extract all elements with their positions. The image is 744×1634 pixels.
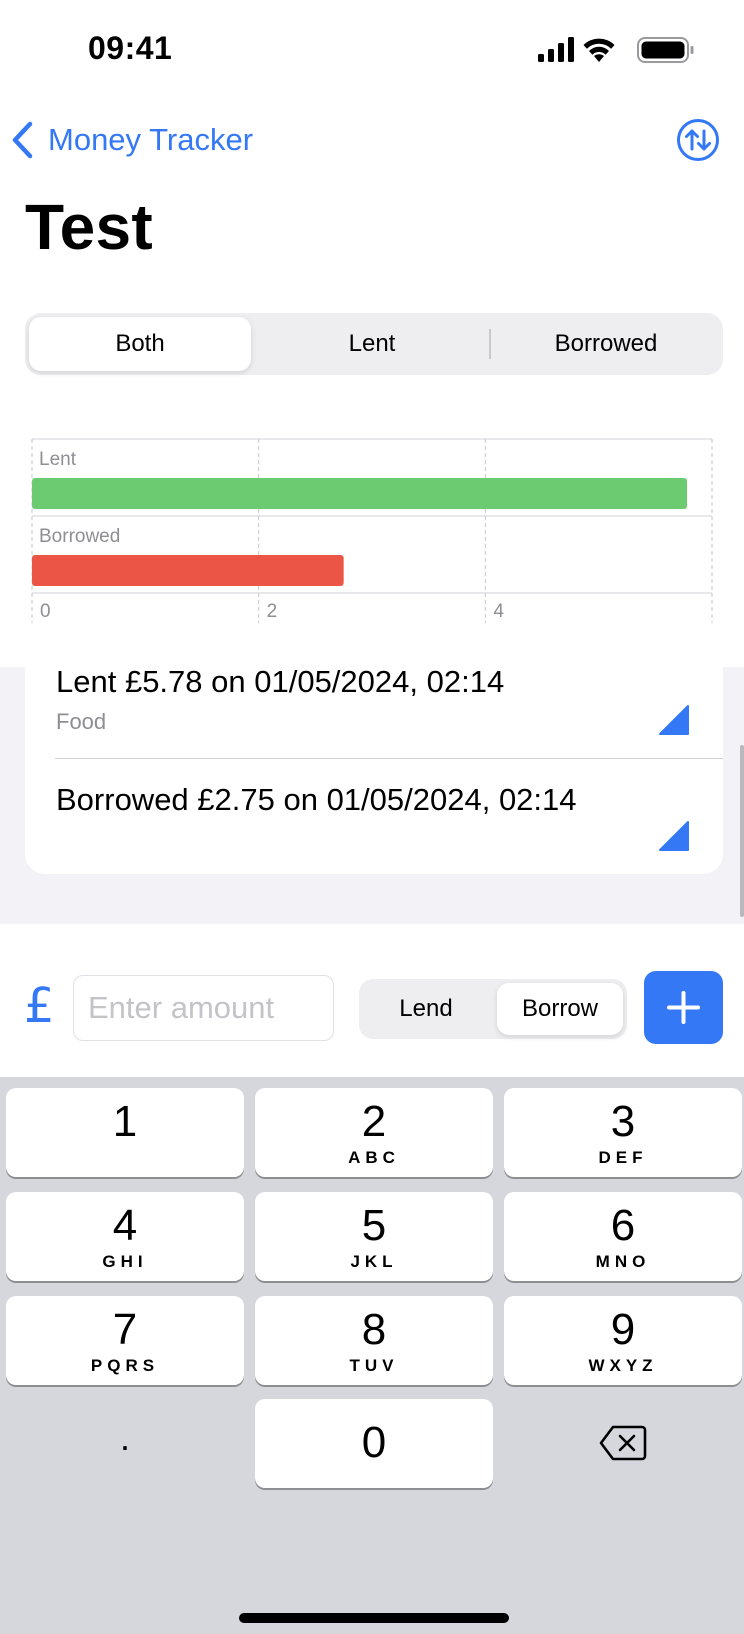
filter-segmented-control: Both Lent Borrowed [25, 313, 723, 375]
summary-bar-chart: Lent Borrowed 0 2 4 [25, 430, 725, 630]
key-7[interactable]: 7 PQRS [6, 1296, 244, 1385]
key-letters: JKL [350, 1252, 398, 1271]
amount-input[interactable] [73, 975, 334, 1041]
chart-tick-label: 4 [493, 601, 504, 622]
key-letters: WXYZ [588, 1356, 658, 1375]
key-decimal-label: . [119, 1417, 130, 1458]
key-6[interactable]: 6 MNO [504, 1192, 742, 1281]
delete-backspace-icon [599, 1425, 647, 1461]
sort-toggle-button[interactable] [676, 118, 720, 162]
key-letters: GHI [102, 1252, 148, 1271]
key-5[interactable]: 5 JKL [255, 1192, 493, 1281]
key-letters: MNO [595, 1252, 651, 1271]
key-8[interactable]: 8 TUV [255, 1296, 493, 1385]
key-2[interactable]: 2 ABC [255, 1088, 493, 1177]
chart-tick-label: 2 [267, 601, 278, 622]
key-4[interactable]: 4 GHI [6, 1192, 244, 1281]
list-row-divider [55, 758, 723, 759]
arrow-up-down-circle-icon [677, 119, 719, 161]
chart-category-label: Lent [39, 449, 77, 470]
key-digit: 5 [361, 1201, 387, 1250]
chart-bar-lent [32, 478, 688, 509]
key-digit: 9 [610, 1305, 636, 1354]
page-title: Test [25, 191, 154, 263]
key-digit: 1 [112, 1097, 138, 1146]
home-indicator[interactable] [239, 1613, 509, 1623]
back-button-label: Money Tracker [48, 122, 254, 157]
key-digit: 3 [610, 1097, 636, 1146]
key-letters: TUV [349, 1356, 399, 1375]
key-decimal[interactable]: . [6, 1399, 244, 1488]
transaction-title: Borrowed £2.75 on 01/05/2024, 02:14 [56, 782, 577, 817]
key-digit: 8 [361, 1305, 387, 1354]
corner-triangle-icon[interactable] [657, 703, 691, 737]
chart-svg: Lent Borrowed 0 2 4 [31, 438, 713, 623]
key-3[interactable]: 3 DEF [504, 1088, 742, 1177]
filter-option-borrowed[interactable]: Borrowed [491, 317, 721, 371]
chevron-left-icon [12, 121, 33, 159]
battery-icon [637, 37, 694, 63]
key-1[interactable]: 1 [6, 1088, 244, 1177]
back-button[interactable]: Money Tracker [10, 116, 253, 164]
filter-option-both[interactable]: Both [29, 317, 251, 371]
status-icons [538, 36, 694, 64]
filter-option-lent[interactable]: Lent [257, 317, 487, 371]
numeric-keyboard: 1 2 ABC 3 DEF 4 GHI 5 JKL 6 MNO 7 PQRS 8… [0, 1077, 744, 1634]
chart-tick-label: 0 [40, 601, 51, 622]
transactions-list: Lent £5.78 on 01/05/2024, 02:14 Food Bor… [25, 664, 723, 874]
lend-borrow-segmented-control: Lend Borrow [359, 979, 627, 1039]
key-digit: 7 [112, 1305, 138, 1354]
corner-triangle-icon[interactable] [657, 819, 691, 853]
key-0[interactable]: 0 [255, 1399, 493, 1488]
chart-bar-borrowed [32, 555, 344, 586]
scroll-indicator[interactable] [740, 745, 744, 917]
transaction-title: Lent £5.78 on 01/05/2024, 02:14 [56, 664, 505, 699]
key-delete[interactable] [504, 1399, 742, 1488]
status-time: 09:41 [88, 30, 173, 66]
key-9[interactable]: 9 WXYZ [504, 1296, 742, 1385]
key-digit: 4 [112, 1201, 138, 1250]
key-letters: PQRS [90, 1356, 160, 1375]
key-letters: DEF [598, 1148, 648, 1167]
key-digit: 2 [361, 1097, 387, 1146]
wifi-icon [583, 38, 615, 62]
key-digit: 6 [610, 1201, 636, 1250]
cellular-signal-icon [538, 37, 574, 62]
chart-category-label: Borrowed [39, 526, 120, 547]
plus-icon [667, 991, 700, 1024]
add-transaction-button[interactable] [644, 971, 723, 1044]
currency-symbol: £ [24, 978, 55, 1034]
transaction-category: Food [56, 709, 107, 734]
mode-option-borrow[interactable]: Borrow [497, 983, 623, 1035]
key-letters: ABC [348, 1148, 400, 1167]
mode-option-lend[interactable]: Lend [363, 983, 489, 1035]
key-digit: 0 [361, 1418, 387, 1467]
